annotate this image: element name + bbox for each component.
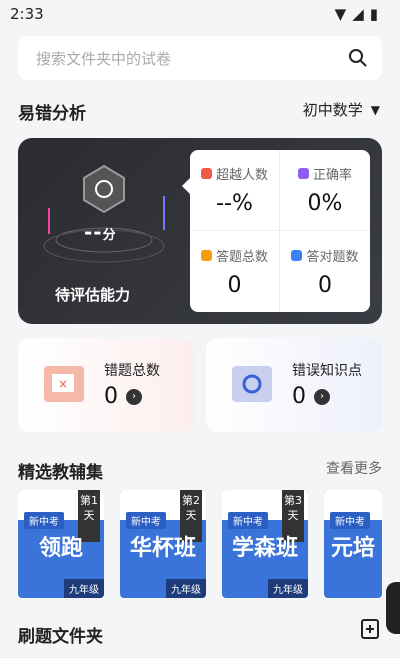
search-placeholder: 搜索文件夹中的试卷	[36, 49, 172, 68]
ability-label: 待评估能力	[55, 286, 131, 304]
arrow-icon[interactable]: ›	[314, 388, 330, 405]
signal-icon: ◢	[352, 5, 364, 23]
accuracy-icon	[297, 168, 309, 179]
stats-panel: 超越人数 --% 正确率 0% 答题总数 0 答对题数 0	[182, 150, 370, 312]
correct-icon	[291, 249, 303, 261]
stat-accuracy: 正确率 0%	[280, 150, 370, 231]
arrow-icon[interactable]: ›	[126, 388, 142, 405]
subject-dropdown[interactable]: 初中数学 ▼	[303, 99, 380, 120]
stat-total: 答题总数 0	[190, 231, 280, 312]
stat-correct: 答对题数 0	[280, 231, 370, 312]
caret-down-icon: ▼	[370, 102, 380, 117]
status-bar: 2:33 ▼ ◢ ▮	[0, 0, 400, 28]
add-folder-icon[interactable]	[360, 618, 382, 640]
analysis-title: 易错分析	[18, 104, 86, 124]
floating-assistant-button[interactable]	[386, 582, 400, 634]
answer-icon	[200, 249, 212, 261]
search-bar[interactable]: 搜索文件夹中的试卷	[18, 36, 382, 80]
ability-score: --分	[84, 220, 117, 244]
rank-icon	[200, 168, 212, 179]
featured-title: 精选教辅集	[18, 463, 103, 483]
book-card[interactable]: 新中考 第3天 学森班 九年级	[222, 490, 308, 598]
svg-text:×: ×	[58, 377, 68, 391]
book-card[interactable]: 新中考 元培	[324, 490, 382, 598]
search-icon[interactable]	[348, 48, 368, 68]
folder-title: 刷题文件夹	[18, 627, 103, 647]
book-card[interactable]: 新中考 第1天 领跑 九年级	[18, 490, 104, 598]
ability-card: --分 待评估能力 超越人数 --% 正确率 0% 答题总数 0 答对题数 0	[18, 138, 382, 324]
bottom-nav[interactable]	[0, 657, 400, 671]
wrong-knowledge-card[interactable]: 错误知识点 0 ›	[206, 338, 382, 432]
wrong-question-icon: ×	[44, 366, 84, 402]
subject-label: 初中数学	[302, 101, 363, 119]
view-more-link[interactable]: 查看更多	[326, 458, 382, 478]
battery-icon: ▮	[369, 5, 378, 23]
magnifier-doc-icon	[232, 366, 272, 402]
wrong-questions-card[interactable]: × 错题总数 0 ›	[18, 338, 194, 432]
status-time: 2:33	[10, 5, 44, 23]
stat-exceed: 超越人数 --%	[190, 150, 280, 231]
wifi-icon: ▼	[334, 5, 347, 23]
book-card[interactable]: 新中考 第2天 华杯班 九年级	[120, 490, 206, 598]
